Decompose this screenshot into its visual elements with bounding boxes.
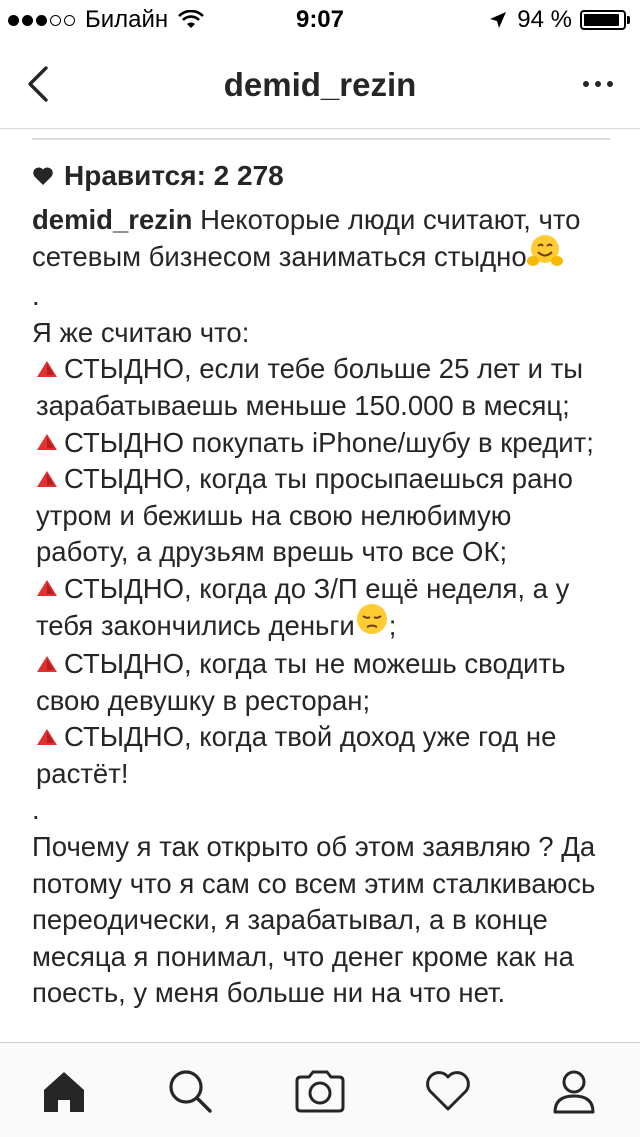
more-dots-icon bbox=[583, 81, 613, 87]
post-caption: demid_rezin Некоторые люди считают, что … bbox=[32, 202, 610, 1012]
battery-icon bbox=[580, 10, 626, 30]
bullet-text: СТЫДНО, когда ты не можешь сводить свою … bbox=[36, 648, 566, 716]
bullet-punct: ; bbox=[388, 609, 397, 641]
likes-count-link[interactable]: Нравится: 2 278 bbox=[32, 160, 284, 192]
status-right: 94 % bbox=[489, 6, 630, 34]
red-triangle-icon bbox=[36, 461, 58, 498]
red-triangle-icon bbox=[36, 570, 58, 607]
caption-bullet: СТЫДНО, когда до З/П ещё неделя, а у теб… bbox=[32, 571, 610, 646]
hugging-face-emoji-icon bbox=[526, 233, 563, 279]
battery-cap bbox=[627, 16, 630, 24]
profile-icon bbox=[553, 1070, 595, 1114]
caption-bullet: СТЫДНО, если тебе больше 25 лет и ты зар… bbox=[32, 351, 610, 424]
tab-profile[interactable] bbox=[548, 1065, 600, 1117]
pensive-face-emoji-icon bbox=[355, 602, 389, 646]
caption-bullet: СТЫДНО покупать iPhone/шубу в кредит; bbox=[32, 425, 610, 462]
divider bbox=[32, 138, 610, 140]
bullet-text: СТЫДНО, когда до З/П ещё неделя, а у теб… bbox=[36, 572, 570, 641]
likes-count: Нравится: 2 278 bbox=[64, 160, 284, 191]
heart-icon bbox=[426, 1071, 470, 1111]
caption-username-link[interactable]: demid_rezin bbox=[32, 204, 192, 235]
bullet-text: СТЫДНО покупать iPhone/шубу в кредит; bbox=[64, 426, 594, 458]
caption-line: Почему я так открыто об этом заявляю ? Д… bbox=[32, 831, 596, 1009]
caption-line: Я же считаю что: bbox=[32, 316, 250, 348]
post-content: Нравится: 2 278 demid_rezin Некоторые лю… bbox=[32, 128, 610, 1042]
nav-bar: demid_rezin bbox=[0, 40, 640, 129]
home-icon bbox=[44, 1072, 84, 1112]
tab-search[interactable] bbox=[164, 1065, 216, 1117]
red-triangle-icon bbox=[36, 719, 58, 756]
tab-home[interactable] bbox=[38, 1065, 90, 1117]
bullet-text: СТЫДНО, когда твой доход уже год не раст… bbox=[36, 721, 557, 789]
tab-activity[interactable] bbox=[422, 1065, 474, 1117]
tab-camera[interactable] bbox=[294, 1065, 346, 1117]
page-title: demid_rezin bbox=[223, 66, 417, 103]
search-icon bbox=[169, 1070, 212, 1113]
battery-percent: 94 % bbox=[517, 6, 572, 33]
caption-bullet: СТЫДНО, когда твой доход уже год не раст… bbox=[32, 719, 610, 792]
bullet-text: СТЫДНО, если тебе больше 25 лет и ты зар… bbox=[36, 353, 584, 421]
location-arrow-icon bbox=[490, 12, 507, 28]
caption-bullet: СТЫДНО, когда ты просыпаешься рано утром… bbox=[32, 461, 610, 571]
status-bar: Билайн 9:07 94 % bbox=[0, 0, 640, 40]
red-triangle-icon bbox=[36, 424, 58, 461]
caption-line: . bbox=[32, 280, 40, 312]
heart-filled-icon bbox=[33, 167, 53, 185]
red-triangle-icon bbox=[36, 351, 58, 388]
more-options-button[interactable] bbox=[580, 76, 616, 92]
camera-icon bbox=[295, 1070, 345, 1113]
caption-bullet: СТЫДНО, когда ты не можешь сводить свою … bbox=[32, 646, 610, 719]
tab-bar bbox=[0, 1042, 640, 1137]
red-triangle-icon bbox=[36, 646, 58, 683]
caption-line: . bbox=[32, 794, 40, 826]
caption-intro: demid_rezin Некоторые люди считают, что … bbox=[32, 202, 610, 278]
bullet-text: СТЫДНО, когда ты просыпаешься рано утром… bbox=[36, 463, 573, 568]
battery-fill bbox=[584, 14, 620, 26]
